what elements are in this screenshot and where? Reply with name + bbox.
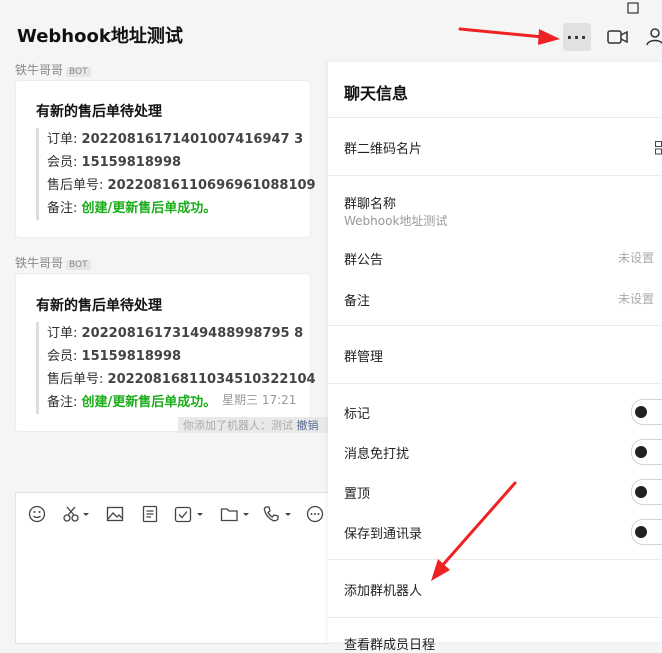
- toggle-knob: [635, 486, 647, 498]
- divider: [328, 559, 662, 560]
- system-message: 你添加了机器人：测试 撤销: [178, 417, 333, 433]
- divider: [328, 175, 662, 176]
- message-sender: 铁牛哥哥 BOT: [15, 254, 91, 271]
- group-manage-row[interactable]: 群管理: [344, 346, 383, 365]
- divider: [328, 117, 662, 118]
- save-contacts-toggle[interactable]: [631, 519, 662, 545]
- message-card[interactable]: 有新的售后单待处理 订单: 20220816171401007416947 3 …: [15, 80, 316, 238]
- undo-link[interactable]: 撤销: [297, 419, 319, 432]
- video-call-icon[interactable]: [607, 29, 629, 45]
- folder-icon[interactable]: [220, 505, 250, 523]
- more-options-button[interactable]: ···: [563, 23, 591, 51]
- phone-icon[interactable]: [262, 505, 292, 523]
- chat-info-panel: 聊天信息 群二维码名片 群聊名称 Webhook地址测试 群公告 未设置 备注 …: [328, 62, 662, 653]
- order-line: 订单: 20220816171401007416947 3: [47, 132, 304, 147]
- image-icon[interactable]: [106, 505, 124, 523]
- group-name-label[interactable]: 群聊名称: [344, 193, 396, 212]
- member-line: 会员: 15159818998: [47, 349, 182, 364]
- card-title: 有新的售后单待处理: [36, 104, 162, 120]
- member-schedule-row[interactable]: 查看群成员日程: [344, 634, 435, 653]
- bot-badge: BOT: [66, 67, 91, 77]
- add-group-robot-row[interactable]: 添加群机器人: [344, 580, 422, 599]
- pin-label: 置顶: [344, 487, 371, 502]
- message-card[interactable]: 有新的售后单待处理 订单: 20220816173149488998795 8 …: [15, 273, 316, 432]
- announcement-label[interactable]: 群公告: [344, 249, 383, 268]
- screenshot-icon[interactable]: [62, 505, 90, 523]
- card-title: 有新的售后单待处理: [36, 298, 162, 314]
- maximize-icon[interactable]: [627, 2, 639, 14]
- note-line: 备注: 创建/更新售后单成功。: [47, 201, 217, 216]
- divider: [328, 325, 662, 326]
- save-contacts-label: 保存到通讯录: [344, 527, 423, 542]
- panel-title: 聊天信息: [344, 84, 409, 103]
- message-composer[interactable]: [15, 492, 329, 644]
- toggle-knob: [635, 406, 647, 418]
- emoji-icon[interactable]: [28, 505, 46, 523]
- more-icon: ···: [566, 27, 588, 47]
- document-icon[interactable]: [141, 505, 159, 523]
- qr-code-icon[interactable]: [655, 141, 662, 155]
- divider: [328, 383, 662, 384]
- title-bar: Webhook地址测试 ···: [0, 0, 662, 62]
- timestamp: 星期三 17:21: [222, 393, 297, 407]
- group-name-value: Webhook地址测试: [344, 214, 448, 228]
- after-sale-line: 售后单号: 20220816110696961088109: [47, 178, 316, 193]
- toggle-knob: [635, 446, 647, 458]
- bot-badge: BOT: [66, 260, 91, 270]
- task-icon[interactable]: [174, 505, 204, 523]
- toggle-knob: [635, 526, 647, 538]
- mark-toggle[interactable]: [631, 399, 662, 425]
- group-qr-row[interactable]: 群二维码名片: [344, 138, 422, 157]
- mark-label: 标记: [344, 407, 371, 422]
- remark-value: 未设置: [617, 292, 654, 306]
- chat-title: Webhook地址测试: [17, 26, 183, 47]
- member-line: 会员: 15159818998: [47, 155, 182, 170]
- more-tools-icon[interactable]: [306, 505, 326, 523]
- mute-label: 消息免打扰: [344, 447, 410, 462]
- mute-toggle[interactable]: [631, 439, 662, 465]
- order-line: 订单: 20220816173149488998795 8: [47, 326, 304, 341]
- announcement-value: 未设置: [617, 251, 654, 265]
- divider: [328, 617, 662, 618]
- card-body: 订单: 20220816171401007416947 3 会员: 151598…: [36, 128, 316, 220]
- remark-label[interactable]: 备注: [344, 290, 370, 309]
- add-member-icon[interactable]: [646, 28, 662, 46]
- pin-toggle[interactable]: [631, 479, 662, 505]
- message-sender: 铁牛哥哥 BOT: [15, 61, 91, 78]
- after-sale-line: 售后单号: 20220816811034510322104: [47, 372, 316, 387]
